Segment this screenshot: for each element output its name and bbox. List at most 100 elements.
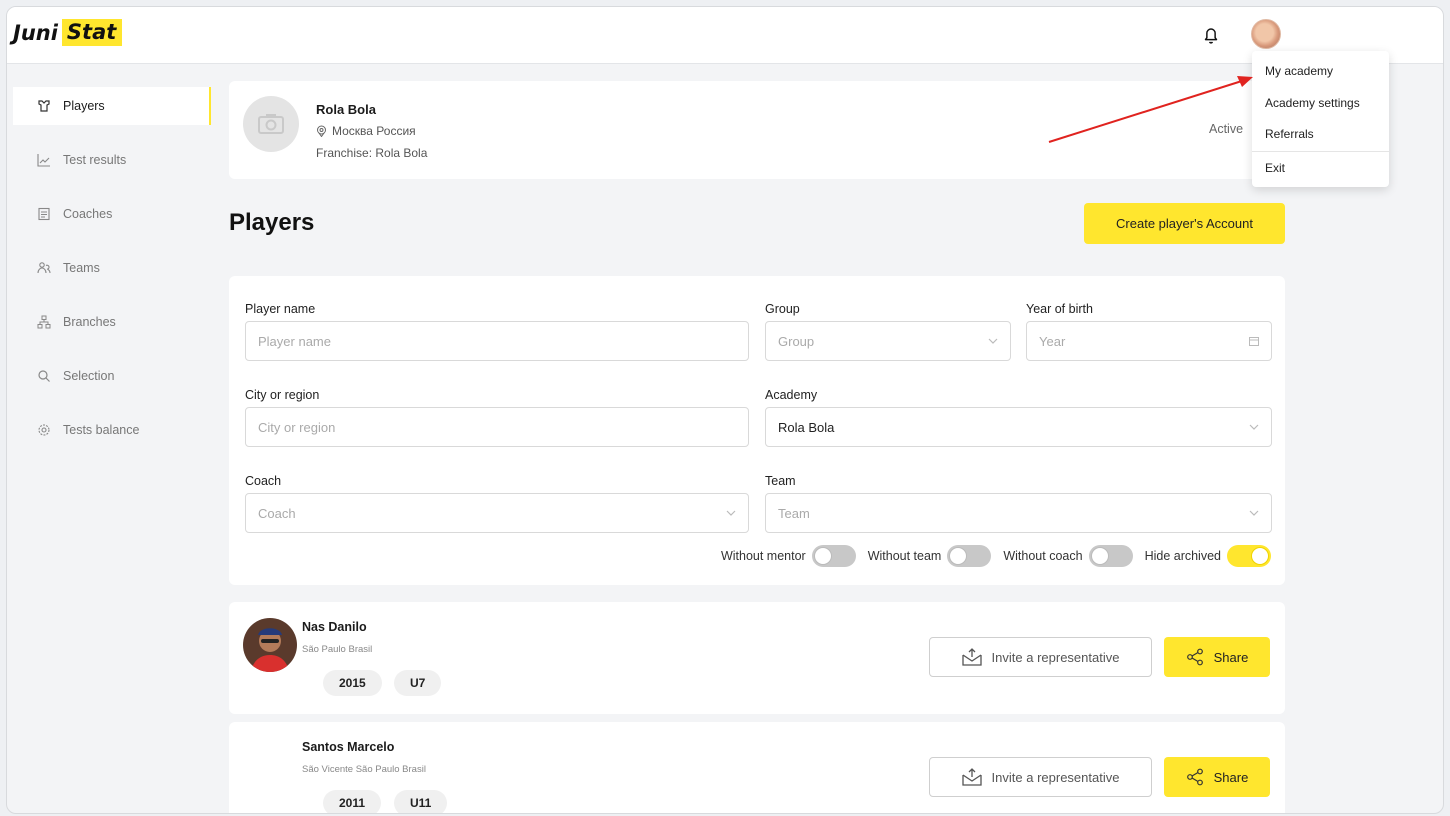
team-select[interactable]: Team [765,493,1272,533]
toggle-knob [1251,547,1269,565]
without-coach-toggle[interactable] [1088,545,1133,567]
junistat-logo[interactable]: Juni Stat [13,19,123,46]
chevron-down-icon [1249,510,1259,516]
sidebar-item-label: Test results [63,153,127,167]
sidebar-item-label: Teams [63,261,100,275]
sidebar-item-test-results[interactable]: Test results [13,141,211,179]
academy-select[interactable]: Rola Bola [765,407,1272,447]
branches-icon [37,315,51,329]
app-window: Juni Stat My academy Academy settings Re… [6,6,1444,814]
toggle-knob [1090,547,1109,565]
invite-icon [961,768,982,786]
sidebar-item-players[interactable]: Players [13,87,211,125]
invite-label: Invite a representative [991,649,1120,665]
logo-text-juni: Juni [13,20,58,45]
academy-select-value: Rola Bola [778,419,835,435]
sidebar-item-branches[interactable]: Branches [13,303,211,341]
year-of-birth-picker[interactable]: Year [1026,321,1272,361]
player-name[interactable]: Nas Danilo [302,620,367,634]
academy-name: Rola Bola [316,102,376,117]
share-icon [1186,768,1203,786]
without-team-toggle[interactable] [947,545,992,567]
share-icon [1186,648,1203,666]
sidebar-item-tests-balance[interactable]: Tests balance [13,411,211,449]
player-name-input[interactable]: Player name [245,321,749,361]
player-name[interactable]: Santos Marcelo [302,740,394,754]
top-header: Juni Stat [7,7,1443,64]
without-team-label: Without team [867,549,942,563]
sidebar-item-label: Players [63,99,105,113]
player-birth-year-tag: 2015 [323,670,382,696]
academy-location-text: Москва Россия [332,124,416,138]
player-name-label: Player name [245,302,316,316]
toggle-knob [949,547,968,565]
city-input[interactable]: City or region [245,407,749,447]
group-select[interactable]: Group [765,321,1011,361]
invite-representative-button[interactable]: Invite a representative [929,757,1152,797]
hide-archived-toggle[interactable] [1227,545,1271,567]
group-select-placeholder: Group [778,333,815,349]
calendar-icon [1249,337,1259,346]
toggle-knob [813,547,832,565]
chart-line-icon [37,153,51,167]
menu-divider [1252,151,1389,152]
sidebar: Players Test results Coaches Teams Branc… [7,65,217,813]
page-title: Players [229,209,315,236]
menu-item-academy-settings[interactable]: Academy settings [1265,96,1360,110]
player-birth-year-tag: 2011 [323,790,382,813]
share-label: Share [1213,769,1249,785]
clipboard-icon [37,207,51,221]
logo-text-stat: Stat [61,19,123,46]
academy-franchise: Franchise: Rola Bola [316,146,428,160]
search-icon [37,369,51,383]
player-location: São Vicente São Paulo Brasil [302,764,426,775]
chevron-down-icon [1249,424,1259,430]
invite-icon [961,648,982,666]
year-of-birth-label: Year of birth [1026,302,1093,316]
share-button[interactable]: Share [1164,757,1270,797]
menu-item-exit[interactable]: Exit [1265,161,1285,175]
share-button[interactable]: Share [1164,637,1270,677]
without-mentor-toggle[interactable] [811,545,856,567]
invite-label: Invite a representative [991,769,1120,785]
create-player-account-button[interactable]: Create player's Account [1084,203,1285,244]
sidebar-item-label: Tests balance [63,423,140,437]
sidebar-item-coaches[interactable]: Coaches [13,195,211,233]
menu-item-referrals[interactable]: Referrals [1265,127,1314,141]
chevron-down-icon [726,510,736,516]
coach-select[interactable]: Coach [245,493,749,533]
hide-archived-label: Hide archived [1144,549,1221,563]
academy-profile-card: Rola Bola Москва Россия Franchise: Rola … [229,81,1285,179]
player-avatar [243,618,297,672]
share-label: Share [1213,649,1249,665]
without-coach-label: Without coach [1003,549,1083,563]
sidebar-item-selection[interactable]: Selection [13,357,211,395]
user-avatar[interactable] [1251,19,1281,49]
camera-icon [258,114,284,134]
academy-location: Москва Россия [316,124,416,138]
filter-toggles: Without mentor Without team Without coac… [721,545,1271,567]
sidebar-item-label: Selection [63,369,115,383]
sidebar-item-label: Coaches [63,207,113,221]
gear-icon [37,423,51,437]
player-icon [37,99,51,113]
player-card[interactable]: Santos Marcelo São Vicente São Paulo Bra… [229,722,1285,813]
bell-icon[interactable] [1200,24,1222,46]
academy-photo-placeholder[interactable] [243,96,299,152]
team-select-placeholder: Team [778,505,810,521]
team-icon [37,261,51,275]
player-group-tag: U7 [394,670,442,696]
year-placeholder: Year [1039,333,1066,349]
academy-label: Academy [765,388,818,402]
without-mentor-label: Without mentor [720,549,806,563]
sidebar-item-teams[interactable]: Teams [13,249,211,287]
sidebar-item-label: Branches [63,315,116,329]
player-card[interactable]: Nas Danilo São Paulo Brasil 2015 U7 Invi… [229,602,1285,714]
user-menu-dropdown: My academy Academy settings Referrals Ex… [1252,51,1389,187]
team-label: Team [765,474,796,488]
coach-select-placeholder: Coach [258,505,296,521]
academy-status: Active [1209,122,1244,136]
player-location: São Paulo Brasil [302,644,373,655]
menu-item-my-academy[interactable]: My academy [1265,64,1333,78]
invite-representative-button[interactable]: Invite a representative [929,637,1152,677]
